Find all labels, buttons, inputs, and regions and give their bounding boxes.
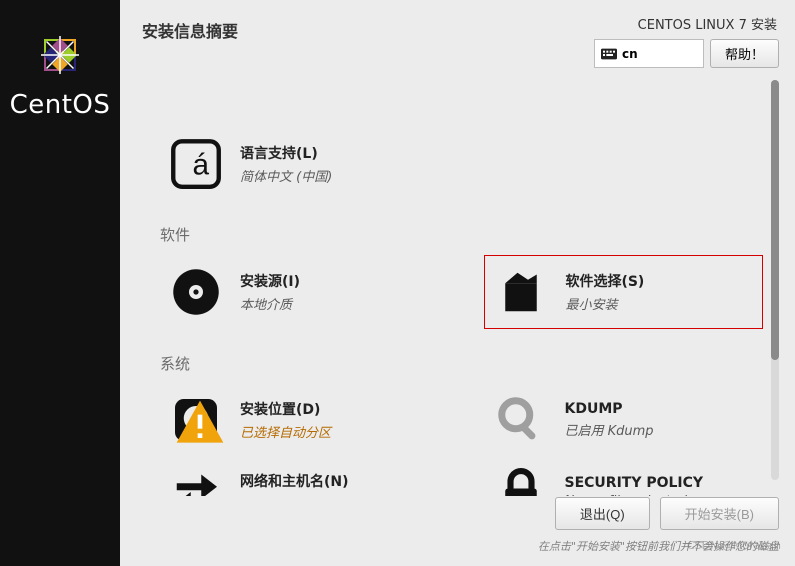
begin-install-button[interactable]: 开始安装(B) xyxy=(660,497,779,530)
page-title: 安装信息摘要 xyxy=(142,18,238,42)
spoke-installation-source[interactable]: 安装源(I) 本地介质 xyxy=(160,255,438,329)
spoke-installation-destination[interactable]: 安装位置(D) 已选择自动分区 xyxy=(160,384,439,456)
section-header-system: 系统 xyxy=(160,353,763,374)
spoke-subtitle: 最小安装 xyxy=(565,294,644,313)
content-area: á 语言支持(L) 简体中文 (中国) 软件 安装源(I) 本地介质 xyxy=(160,60,763,496)
brand-label: CentOS xyxy=(10,90,111,120)
spoke-title: 安装源(I) xyxy=(240,271,300,291)
scrollbar-thumb[interactable] xyxy=(771,80,779,360)
magnifier-icon xyxy=(493,392,549,448)
spoke-software-selection[interactable]: 软件选择(S) 最小安装 xyxy=(484,255,763,329)
spoke-title: KDUMP xyxy=(565,401,654,417)
spoke-title: 语言支持(L) xyxy=(240,143,332,163)
centos-logo-icon xyxy=(35,30,85,84)
hard-drive-icon xyxy=(168,392,224,448)
warning-badge-icon xyxy=(172,396,228,452)
spoke-security-policy[interactable]: SECURITY POLICY No profile selected xyxy=(485,456,764,496)
network-arrows-icon xyxy=(168,464,224,496)
sidebar: CentOS xyxy=(0,0,120,566)
watermark: CSDN @Moraban xyxy=(687,539,781,552)
install-label: CENTOS LINUX 7 安装 xyxy=(638,14,777,33)
spoke-title: 软件选择(S) xyxy=(565,271,644,291)
quit-button[interactable]: 退出(Q) xyxy=(555,497,650,530)
topbar: 安装信息摘要 CENTOS LINUX 7 安装 cn 帮助！ xyxy=(120,0,795,68)
svg-text:á: á xyxy=(193,149,210,182)
spoke-title: 网络和主机名(N) xyxy=(240,471,349,491)
spoke-subtitle: 已启用 Kdump xyxy=(565,420,654,439)
spoke-subtitle: 简体中文 (中国) xyxy=(240,166,332,185)
disc-icon xyxy=(168,264,224,320)
language-icon: á xyxy=(168,136,224,192)
spoke-subtitle: No profile selected xyxy=(565,494,704,496)
spoke-title: 安装位置(D) xyxy=(240,399,331,419)
spoke-subtitle: 未连接 xyxy=(240,494,349,496)
spoke-network-hostname[interactable]: 网络和主机名(N) 未连接 xyxy=(160,456,439,496)
scrollbar[interactable] xyxy=(771,80,779,480)
keyboard-icon xyxy=(601,48,617,60)
main-panel: 安装信息摘要 CENTOS LINUX 7 安装 cn 帮助！ á xyxy=(120,0,795,566)
spoke-subtitle: 已选择自动分区 xyxy=(240,422,331,441)
footer: 退出(Q) 开始安装(B) 在点击"开始安装"按钮前我们并不会操作您的磁盘 xyxy=(120,497,795,566)
spoke-subtitle: 本地介质 xyxy=(240,294,300,313)
lock-icon xyxy=(493,464,549,496)
section-header-software: 软件 xyxy=(160,224,763,245)
spoke-title: SECURITY POLICY xyxy=(565,475,704,491)
spoke-language-support[interactable]: á 语言支持(L) 简体中文 (中国) xyxy=(160,128,450,200)
spoke-kdump[interactable]: KDUMP 已启用 Kdump xyxy=(485,384,764,456)
keyboard-value: cn xyxy=(622,47,638,61)
package-icon xyxy=(493,264,549,320)
